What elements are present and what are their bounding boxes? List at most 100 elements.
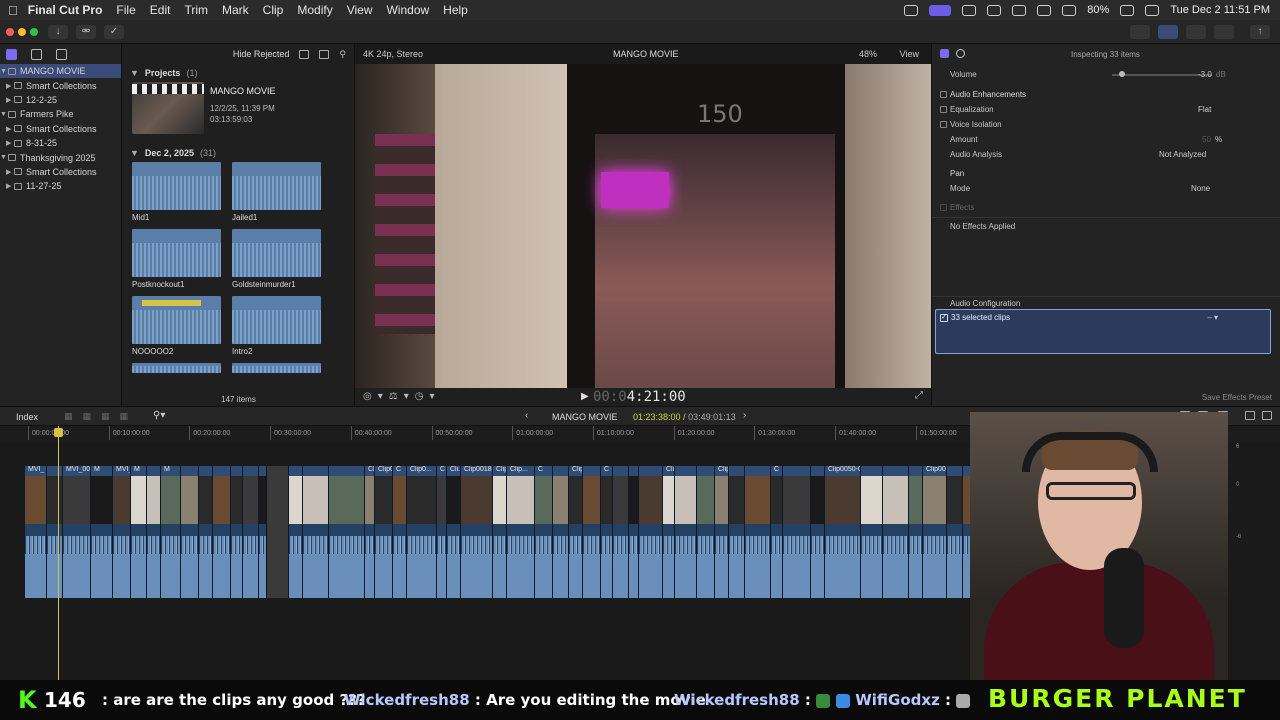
libraries-icon[interactable] (6, 48, 17, 60)
timeline-clip[interactable]: C (392, 466, 406, 598)
photos-audio-icon[interactable] (31, 48, 42, 60)
keywords-button[interactable]: ⚮ (76, 25, 96, 39)
timeline-clip[interactable] (582, 466, 600, 598)
browser-clip[interactable]: Intro2 (232, 296, 321, 358)
timeline-clip[interactable]: Clip0... (406, 466, 436, 598)
amount-value[interactable]: 50 (1202, 135, 1211, 144)
audio-enhancements-row[interactable]: Audio Enhancements (932, 88, 1280, 102)
zoom-popup[interactable]: 48% (859, 49, 877, 59)
timeline-clip[interactable] (612, 466, 628, 598)
browser-clip-partial[interactable] (232, 363, 321, 373)
browser-clip[interactable]: Mid1 (132, 162, 221, 224)
event-section[interactable]: ▼ Dec 2, 2025 (31) (122, 144, 354, 162)
browser-clip-partial[interactable] (132, 363, 221, 373)
timeline-clip[interactable] (288, 466, 302, 598)
menu-help[interactable]: Help (443, 3, 468, 17)
disclosure-icon[interactable]: ▶ (6, 139, 14, 147)
timeline-clip[interactable]: M (130, 466, 146, 598)
menu-window[interactable]: Window (386, 3, 429, 17)
disclosure-icon[interactable]: ▶ (6, 96, 14, 104)
timeline-clip[interactable]: Clip0018-... (460, 466, 492, 598)
timeline-clip[interactable] (696, 466, 714, 598)
display-icon[interactable] (962, 4, 977, 16)
zoom-window-icon[interactable] (30, 28, 38, 36)
timeline-clip[interactable] (230, 466, 242, 598)
timeline-forward-icon[interactable]: › (743, 410, 746, 421)
library-item[interactable]: ▶ 12-2-25 (0, 93, 121, 107)
timeline-clip[interactable]: C (534, 466, 552, 598)
projects-section[interactable]: ▼ Projects (1) (122, 64, 354, 82)
playhead[interactable] (58, 426, 59, 680)
timeline-clip[interactable]: Clip... (568, 466, 582, 598)
pan-row[interactable]: Pan (932, 167, 1280, 181)
disclosure-icon[interactable]: ▶ (6, 125, 14, 133)
playhead-handle[interactable] (54, 428, 63, 437)
browser-clip[interactable]: Goldsteinmurder1 (232, 229, 321, 291)
disclosure-icon[interactable]: ▶ (6, 82, 14, 90)
browser-toggle-button[interactable] (1158, 25, 1178, 39)
timeline-clip[interactable]: Clip... (506, 466, 534, 598)
timeline-clip[interactable]: M (160, 466, 180, 598)
timeline-clip[interactable]: MVI_001... (112, 466, 130, 598)
timeline-clip[interactable] (242, 466, 258, 598)
menu-clip[interactable]: Clip (263, 3, 284, 17)
effects-browser-icon[interactable] (1245, 411, 1255, 420)
filmstrip-view-icon[interactable] (299, 49, 310, 59)
timeline-clip[interactable]: Clip0007-046 (374, 466, 392, 598)
disclosure-icon[interactable]: ▼ (130, 148, 139, 158)
import-button[interactable]: ↓ (48, 25, 68, 39)
browser-clip[interactable]: Jailed1 (232, 162, 321, 224)
library-item[interactable]: ▶ Smart Collections (0, 165, 121, 179)
close-window-icon[interactable] (6, 28, 14, 36)
timeline-clip[interactable] (810, 466, 824, 598)
timeline-clip[interactable]: Clip... (364, 466, 374, 598)
library-toggle-button[interactable] (1130, 25, 1150, 39)
menu-trim[interactable]: Trim (184, 3, 208, 17)
timeline-edit-tools-icon[interactable]: ▦▦▦▦ (64, 411, 138, 422)
enhancements-checkbox[interactable] (940, 91, 947, 98)
bluetooth-icon[interactable] (1037, 4, 1052, 16)
volume-value[interactable]: -3.0 (1198, 70, 1212, 79)
browser-clip[interactable]: NOOOOO2 (132, 296, 221, 358)
timeline-clip[interactable]: Clip00... (922, 466, 946, 598)
timeline-clip[interactable]: MVI_ (24, 466, 46, 598)
timeline-clip[interactable]: C (436, 466, 446, 598)
library-item[interactable]: ▶ 8-31-25 (0, 136, 121, 150)
timeline-clip[interactable] (744, 466, 770, 598)
timeline-clip[interactable] (146, 466, 160, 598)
disclosure-icon[interactable]: ▼ (0, 68, 8, 75)
menu-modify[interactable]: Modify (297, 3, 332, 17)
menu-mark[interactable]: Mark (222, 3, 249, 17)
timeline-clip[interactable] (198, 466, 212, 598)
titles-generators-icon[interactable] (56, 48, 67, 60)
library-item[interactable]: ▼ Farmers Pike (0, 107, 121, 121)
zoom-search-icon[interactable]: ⚲▾ (153, 410, 165, 421)
selected-clips-checkbox[interactable]: ✓ (940, 314, 948, 322)
play-button[interactable]: ▶ (581, 391, 589, 402)
timeline-clip[interactable] (882, 466, 908, 598)
equalization-popup[interactable]: Flat (1198, 105, 1211, 114)
timeline-toggle-button[interactable] (1186, 25, 1206, 39)
viewer-tools-icon[interactable]: ◎▾⚖▾◷▾ (363, 391, 440, 402)
clock[interactable]: Tue Dec 2 11:51 PM (1170, 4, 1270, 16)
minimize-window-icon[interactable] (18, 28, 26, 36)
wifi-icon[interactable] (1062, 4, 1077, 16)
battery-text[interactable]: 80% (1087, 4, 1109, 16)
selected-clips-config[interactable]: ✓ 33 selected clips – ▾ (935, 309, 1271, 354)
viewer-timecode[interactable]: 00:04:21:00 (593, 389, 686, 405)
timeline-clip[interactable] (860, 466, 882, 598)
timeline-gap[interactable] (266, 466, 288, 598)
timeline-clip[interactable] (728, 466, 744, 598)
transitions-browser-icon[interactable] (1262, 411, 1272, 420)
search-icon[interactable] (1120, 4, 1135, 16)
timeline-clip[interactable]: Clip0021-0... (492, 466, 506, 598)
timeline-clip[interactable] (628, 466, 638, 598)
save-effects-preset-button[interactable]: Save Effects Preset (1202, 393, 1272, 402)
timeline-clip[interactable] (674, 466, 696, 598)
share-button[interactable]: ↑ (1250, 25, 1270, 39)
play-icon[interactable] (987, 4, 1002, 16)
timeline-clip[interactable]: M (90, 466, 112, 598)
disclosure-icon[interactable]: ▼ (0, 111, 8, 118)
view-popup[interactable]: View (900, 49, 919, 59)
volume-icon[interactable] (1012, 4, 1027, 16)
